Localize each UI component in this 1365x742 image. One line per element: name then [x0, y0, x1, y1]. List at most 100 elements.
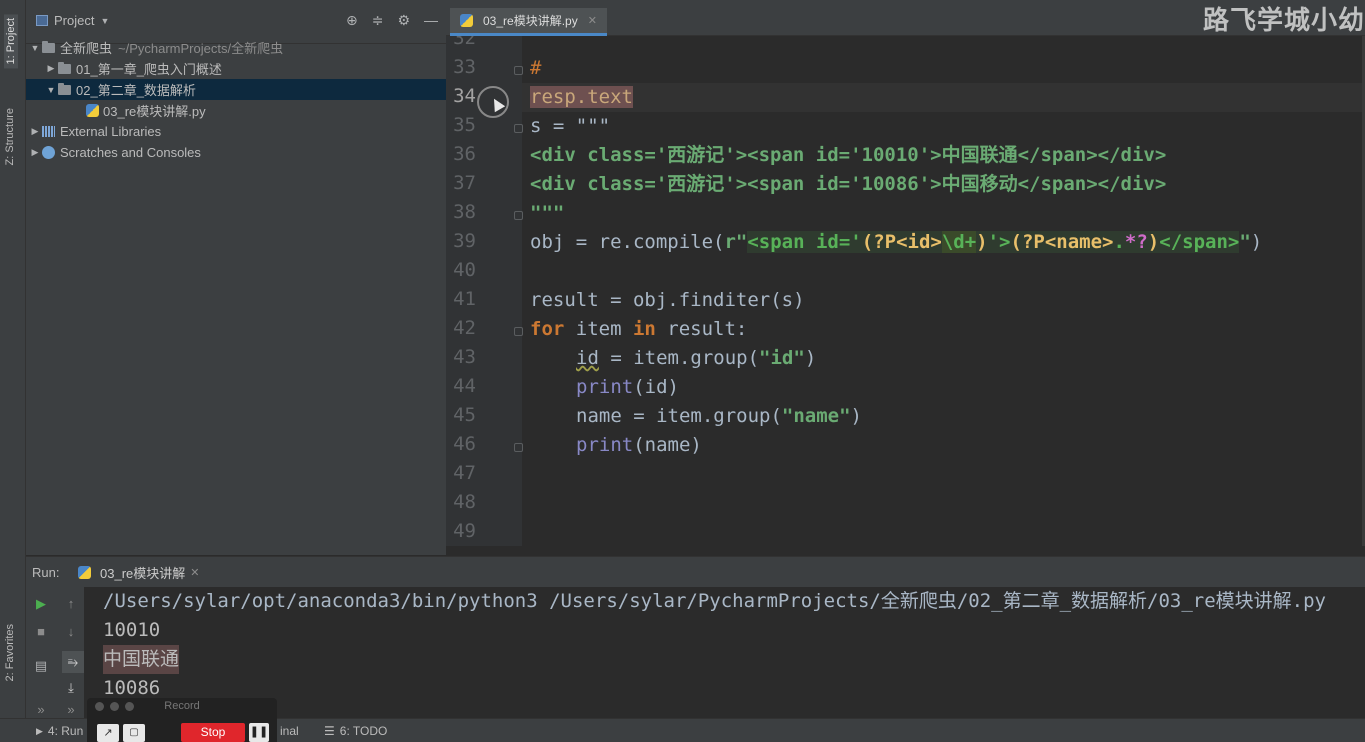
- favorites-tool-tab[interactable]: 2: Favorites: [4, 624, 16, 681]
- editor-tab-bar: 03_re模块讲解.py ✕ 路飞学城小幼: [446, 0, 1365, 36]
- code-token: item: [564, 318, 633, 340]
- folder-icon: [58, 61, 71, 74]
- stop-icon[interactable]: ■: [32, 623, 50, 641]
- bottom-run-tab[interactable]: ▶ 4: Run: [36, 724, 83, 738]
- fold-marker-icon[interactable]: [514, 124, 523, 133]
- bottom-todo-label: 6: TODO: [339, 724, 388, 738]
- pointer-tool-icon[interactable]: ↗: [97, 724, 119, 742]
- chevron-right-icon[interactable]: ▶: [44, 63, 58, 74]
- tree-item-label: Scratches and Consoles: [60, 145, 201, 160]
- regex-token: ): [976, 231, 988, 253]
- fold-marker-icon[interactable]: [514, 327, 523, 336]
- code-token: (name): [633, 434, 702, 456]
- pause-icon[interactable]: ❚❚: [249, 723, 269, 742]
- project-view-selector[interactable]: Project ▼: [36, 13, 109, 28]
- project-header-actions: ⊕ ≑ ⚙ —: [346, 12, 438, 29]
- tree-item-scratches[interactable]: ▶ Scratches and Consoles: [26, 142, 446, 163]
- regex-token: (?P<name>: [1010, 231, 1114, 253]
- code-line-36: <div class='西游记'><span id='10010'>中国联通</…: [530, 141, 1365, 170]
- bottom-todo-tab[interactable]: ☰ 6: TODO: [324, 724, 387, 738]
- builtin-token: print: [576, 376, 634, 398]
- arrow-up-icon[interactable]: ↑: [62, 595, 80, 613]
- tree-item-external-libraries[interactable]: ▶ External Libraries: [26, 121, 446, 142]
- tree-item-root[interactable]: ▼ 全新爬虫 ~/PycharmProjects/全新爬虫: [26, 37, 446, 58]
- code-token: = item.group(: [598, 347, 760, 369]
- regex-token: .: [1113, 231, 1125, 253]
- code-editor[interactable]: 32 33 34 35 36 37 38 39 40 41 42 43 44 4…: [446, 36, 1365, 546]
- line-number: 49: [453, 520, 476, 542]
- library-icon: [42, 126, 55, 137]
- chevron-down-icon[interactable]: ▼: [28, 43, 42, 53]
- collapse-all-icon[interactable]: ≑: [372, 12, 384, 29]
- editor-tab-label: 03_re模块讲解.py: [483, 14, 578, 28]
- chevron-down-icon[interactable]: ▼: [44, 85, 58, 95]
- code-token: (id): [633, 376, 679, 398]
- console-line: 10010: [103, 619, 161, 641]
- line-number: 39: [453, 230, 476, 252]
- code-token: <div class='西游记'><span id='10010'>中国联通</…: [530, 144, 1167, 166]
- line-number: 33: [453, 56, 476, 78]
- code-line-41: result = obj.finditer(s): [530, 286, 1365, 315]
- close-icon[interactable]: ✕: [190, 566, 199, 579]
- close-icon[interactable]: ✕: [588, 14, 597, 27]
- more-icon[interactable]: »: [32, 701, 50, 719]
- line-number: 48: [453, 491, 476, 513]
- locate-icon[interactable]: ⊕: [346, 12, 358, 29]
- list-icon: ☰: [324, 724, 335, 738]
- structure-tool-tab[interactable]: Z: Structure: [4, 108, 16, 165]
- line-number: 47: [453, 462, 476, 484]
- soft-wrap-icon[interactable]: ⥱: [62, 651, 84, 673]
- regex-token: <span id=': [747, 231, 862, 253]
- fold-marker-icon[interactable]: [514, 211, 523, 220]
- scroll-to-end-icon[interactable]: ⤓: [62, 679, 80, 697]
- tree-item-chapter2[interactable]: ▼ 02_第二章_数据解析: [26, 79, 446, 100]
- line-number: 38: [453, 201, 476, 223]
- line-number: 32: [453, 36, 476, 49]
- rerun-icon[interactable]: ▶: [32, 595, 50, 613]
- bottom-run-label: 4: Run: [47, 724, 84, 738]
- recorder-title: Record: [164, 700, 200, 712]
- hide-icon[interactable]: —: [424, 12, 438, 29]
- console-line: 10086: [103, 677, 161, 699]
- code-token: ): [850, 405, 862, 427]
- project-panel: Project ▼ ⊕ ≑ ⚙ — ▼ 全新爬虫 ~/PycharmProjec…: [26, 0, 446, 555]
- code-line-42: for item in result:: [530, 315, 1365, 344]
- line-number: 44: [453, 375, 476, 397]
- line-number: 40: [453, 259, 476, 281]
- project-tool-tab[interactable]: 1: Project: [4, 14, 18, 69]
- fold-marker-icon[interactable]: [514, 443, 523, 452]
- region-tool-icon[interactable]: ▢: [123, 724, 145, 742]
- python-file-icon: [78, 566, 91, 579]
- arrow-down-icon[interactable]: ↓: [62, 623, 80, 641]
- chevron-right-icon[interactable]: ▶: [28, 126, 42, 137]
- run-toolbar: ▶ ↑ ■ ↓ ▤ ⥱ ⤓ » »: [26, 587, 84, 719]
- tree-item-chapter1[interactable]: ▶ 01_第一章_爬虫入门概述: [26, 58, 446, 79]
- layout-icon[interactable]: ▤: [32, 657, 50, 675]
- selected-text: resp.text: [530, 86, 633, 108]
- more-icon[interactable]: »: [62, 701, 80, 719]
- code-token: """: [530, 202, 565, 224]
- line-number: 41: [453, 288, 476, 310]
- tree-item-re-file[interactable]: 03_re模块讲解.py: [26, 100, 446, 121]
- line-number: 34: [453, 85, 476, 107]
- code-token: ): [1250, 231, 1263, 253]
- code-line-35: s = """: [530, 112, 1365, 141]
- code-token: ": [1239, 231, 1251, 253]
- code-token: <div class='西游记'><span id='10086'>中国移动</…: [530, 173, 1167, 195]
- gear-icon[interactable]: ⚙: [397, 12, 410, 29]
- code-line-38: """: [530, 199, 1365, 228]
- line-number: 35: [453, 114, 476, 136]
- code-line-43: id = item.group("id"): [530, 344, 1365, 373]
- line-number: 42: [453, 317, 476, 339]
- run-tab[interactable]: 03_re模块讲解 ✕: [78, 563, 199, 582]
- stop-recording-button[interactable]: Stop: [181, 723, 245, 742]
- code-token: "name": [781, 405, 851, 427]
- tree-item-label: External Libraries: [60, 124, 162, 139]
- chevron-right-icon[interactable]: ▶: [28, 147, 42, 158]
- console-output[interactable]: /Users/sylar/opt/anaconda3/bin/python3 /…: [103, 587, 1365, 703]
- run-header: Run: 03_re模块讲解 ✕: [26, 557, 1365, 587]
- fold-marker-icon[interactable]: [514, 66, 523, 75]
- project-icon: [36, 15, 48, 26]
- bottom-terminal-tab[interactable]: inal: [280, 724, 299, 738]
- editor-tab-re-file[interactable]: 03_re模块讲解.py ✕: [450, 8, 607, 36]
